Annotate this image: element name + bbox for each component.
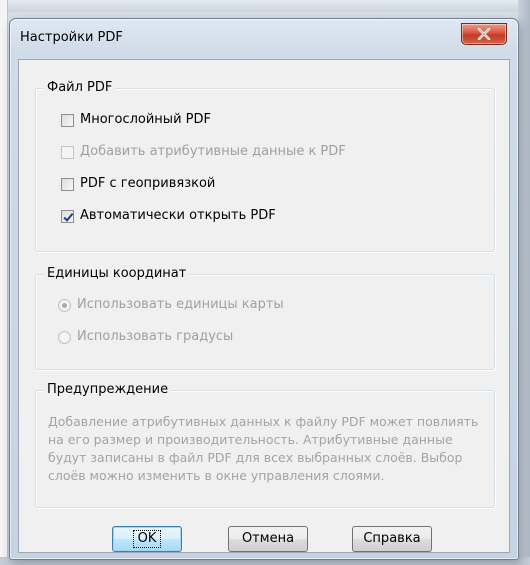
- background-app-panel: [0, 0, 8, 565]
- map-units-radio[interactable]: [58, 298, 71, 312]
- dialog-title: Настройки PDF: [20, 30, 123, 45]
- pdf-file-group: Файл PDF Многослойный PDF Добавить атриб…: [35, 80, 495, 252]
- dialog-client-area: Файл PDF Многослойный PDF Добавить атриб…: [18, 59, 510, 553]
- auto-open-pdf-checkbox[interactable]: [61, 209, 74, 223]
- attribute-data-checkbox-row[interactable]: Добавить атрибутивные данные к PDF: [61, 144, 346, 160]
- coordinate-units-group: Единицы координат Использовать единицы к…: [35, 266, 495, 370]
- background-app-frame: [518, 0, 530, 565]
- warning-text: Добавление атрибутивных данных к файлу P…: [48, 414, 479, 483]
- pdf-settings-dialog: Настройки PDF Файл PDF Многослойный PDF …: [9, 18, 519, 560]
- map-units-radio-row[interactable]: Использовать единицы карты: [58, 297, 284, 313]
- ok-button[interactable]: OK: [112, 526, 182, 552]
- attribute-data-checkbox[interactable]: [61, 145, 74, 159]
- cancel-button[interactable]: Отмена: [228, 526, 308, 552]
- background-app-titlebar: [0, 0, 530, 12]
- map-units-label: Использовать единицы карты: [77, 297, 284, 312]
- layered-pdf-checkbox-row[interactable]: Многослойный PDF: [61, 112, 211, 128]
- auto-open-pdf-checkbox-row[interactable]: Автоматически открыть PDF: [61, 208, 276, 224]
- dialog-titlebar[interactable]: Настройки PDF: [10, 19, 518, 57]
- degrees-radio[interactable]: [58, 330, 71, 344]
- warning-group-title: Предупреждение: [44, 382, 172, 398]
- georeferenced-pdf-checkbox[interactable]: [61, 177, 74, 191]
- checkmark-icon: [63, 212, 74, 222]
- pdf-file-group-title: Файл PDF: [44, 80, 116, 96]
- ok-button-label: OK: [132, 530, 162, 548]
- close-button[interactable]: [461, 23, 507, 45]
- degrees-radio-row[interactable]: Использовать градусы: [58, 329, 233, 345]
- georeferenced-pdf-checkbox-row[interactable]: PDF с геопривязкой: [61, 176, 215, 192]
- layered-pdf-label: Многослойный PDF: [80, 112, 211, 127]
- georeferenced-pdf-label: PDF с геопривязкой: [80, 176, 216, 191]
- help-button[interactable]: Справка: [352, 526, 432, 552]
- attribute-data-label: Добавить атрибутивные данные к PDF: [80, 144, 346, 159]
- warning-group: Предупреждение Добавление атрибутивных д…: [35, 382, 495, 508]
- auto-open-pdf-label: Автоматически открыть PDF: [80, 208, 276, 223]
- coordinate-units-group-title: Единицы координат: [44, 266, 190, 282]
- close-icon: [477, 28, 491, 40]
- layered-pdf-checkbox[interactable]: [61, 113, 74, 127]
- radio-selected-dot: [62, 302, 67, 308]
- degrees-label: Использовать градусы: [77, 329, 234, 344]
